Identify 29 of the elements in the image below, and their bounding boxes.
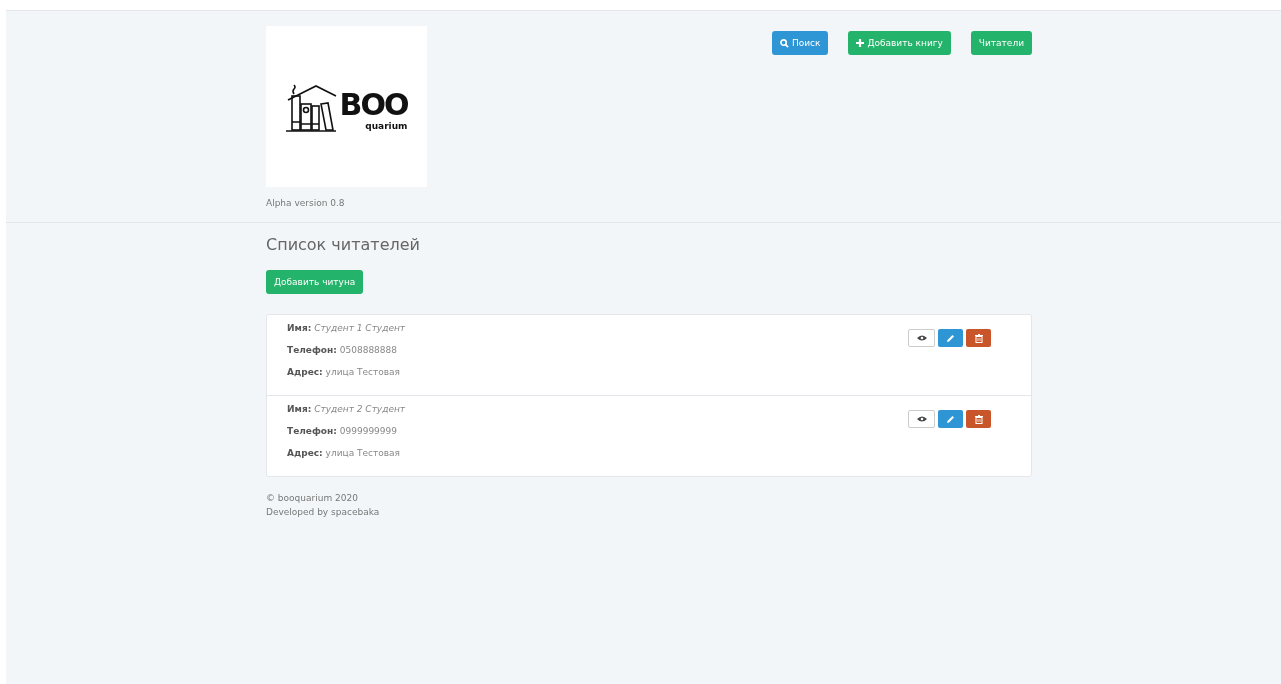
books-drawing bbox=[285, 81, 338, 132]
reader-field: Телефон: 0999999999 bbox=[287, 426, 406, 448]
nav-button[interactable]: Читатели bbox=[970, 31, 1032, 55]
delete-button[interactable] bbox=[966, 410, 991, 428]
eye-icon bbox=[916, 416, 927, 422]
trash-icon bbox=[974, 414, 983, 424]
search-icon bbox=[779, 38, 789, 48]
logo-title: BOO bbox=[339, 89, 408, 121]
pencil-icon bbox=[946, 333, 955, 343]
trash-icon bbox=[974, 333, 983, 343]
add-reader-button[interactable]: Добавить читуна bbox=[266, 270, 364, 294]
pencil-icon bbox=[946, 414, 955, 424]
reader-field: Телефон: 0508888888 bbox=[287, 345, 406, 367]
nav-button[interactable]: Добавить книгу bbox=[848, 31, 951, 55]
eye-icon bbox=[916, 335, 927, 341]
footer-text: © booquarium 2020 bbox=[266, 492, 359, 505]
view-button[interactable] bbox=[908, 410, 935, 428]
reader-field: Адрес: улица Тестовая bbox=[287, 448, 406, 470]
plus-icon bbox=[856, 39, 865, 47]
nav-button[interactable]: Поиск bbox=[771, 31, 829, 55]
reader-field: Адрес: улица Тестовая bbox=[287, 367, 406, 389]
page-heading: Список читателей bbox=[266, 235, 421, 254]
view-button[interactable] bbox=[908, 329, 935, 347]
footer-text: Developed by spacebaka bbox=[266, 506, 381, 519]
reader-field: Имя: Студент 1 Студент bbox=[287, 323, 406, 345]
logo-subtitle: quarium bbox=[365, 121, 408, 132]
reader-field: Имя: Студент 2 Студент bbox=[287, 404, 406, 426]
version-text: Alpha version 0.8 bbox=[266, 198, 346, 208]
delete-button[interactable] bbox=[966, 329, 991, 347]
